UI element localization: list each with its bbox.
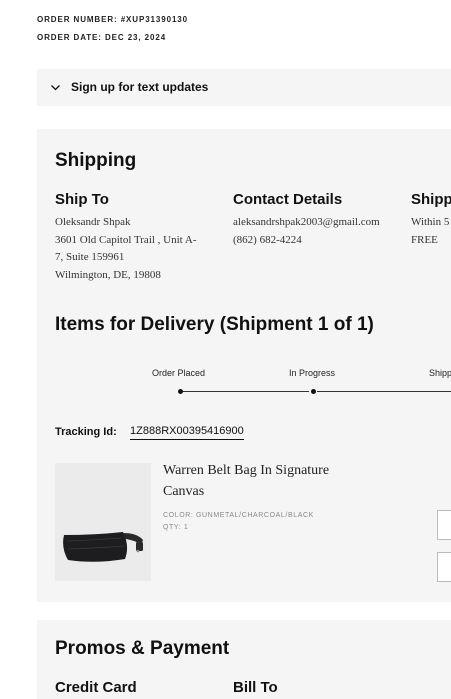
ship-to-address-line1: 3601 Old Capitol Trail , Unit A- — [55, 233, 197, 246]
step-label-shipped: Shipp — [429, 368, 451, 378]
step-dot-in-progress — [311, 389, 316, 394]
item-action-button[interactable] — [437, 510, 451, 540]
promos-payment-panel: Promos & Payment Credit Card Bill To — [37, 620, 451, 699]
shipping-title: Shipping — [55, 150, 137, 171]
text-updates-label: Sign up for text updates — [71, 80, 209, 94]
ship-to-address-line2: 7, Suite 159961 — [55, 251, 125, 263]
ship-to-name: Oleksandr Shpak — [55, 216, 131, 228]
credit-card-heading: Credit Card — [55, 679, 137, 696]
product-name[interactable]: Warren Belt Bag In Signature Canvas — [163, 460, 363, 502]
shipping-method-heading: Shipp — [411, 191, 451, 208]
tracking-label: Tracking Id: — [55, 426, 117, 438]
shipping-method-timeframe: Within 5 — [411, 216, 450, 228]
order-date: ORDER DATE: DEC 23, 2024 — [37, 33, 167, 42]
product-image[interactable] — [55, 463, 151, 581]
tracking-id-link[interactable]: 1Z888RX00395416900 — [130, 425, 244, 440]
step-label-in-progress: In Progress — [289, 368, 336, 378]
bill-to-heading: Bill To — [233, 679, 278, 696]
product-quantity: QTY: 1 — [163, 524, 189, 531]
items-for-delivery-title: Items for Delivery (Shipment 1 of 1) — [55, 314, 374, 335]
step-label-order-placed: Order Placed — [152, 368, 206, 378]
item-action-button[interactable] — [437, 552, 451, 582]
ship-to-city: Wilmington, DE, 19808 — [55, 268, 161, 281]
text-updates-toggle[interactable]: Sign up for text updates — [37, 69, 451, 106]
chevron-down-icon — [51, 85, 60, 91]
promos-payment-title: Promos & Payment — [55, 638, 230, 659]
step-connector — [183, 391, 309, 392]
belt-bag-image — [63, 532, 143, 562]
contact-email: aleksandrshpak2003@gmail.com — [233, 216, 380, 228]
contact-heading: Contact Details — [233, 191, 343, 208]
product-color: COLOR: GUNMETAL/CHARCOAL/BLACK — [163, 512, 314, 519]
contact-phone: (862) 682-4224 — [233, 233, 302, 246]
order-number: ORDER NUMBER: #XUP31390130 — [37, 15, 189, 24]
ship-to-heading: Ship To — [55, 191, 109, 208]
shipping-panel: Shipping Ship To Oleksandr Shpak 3601 Ol… — [37, 129, 451, 602]
step-connector — [317, 391, 451, 392]
shipping-method-cost: FREE — [411, 233, 438, 246]
